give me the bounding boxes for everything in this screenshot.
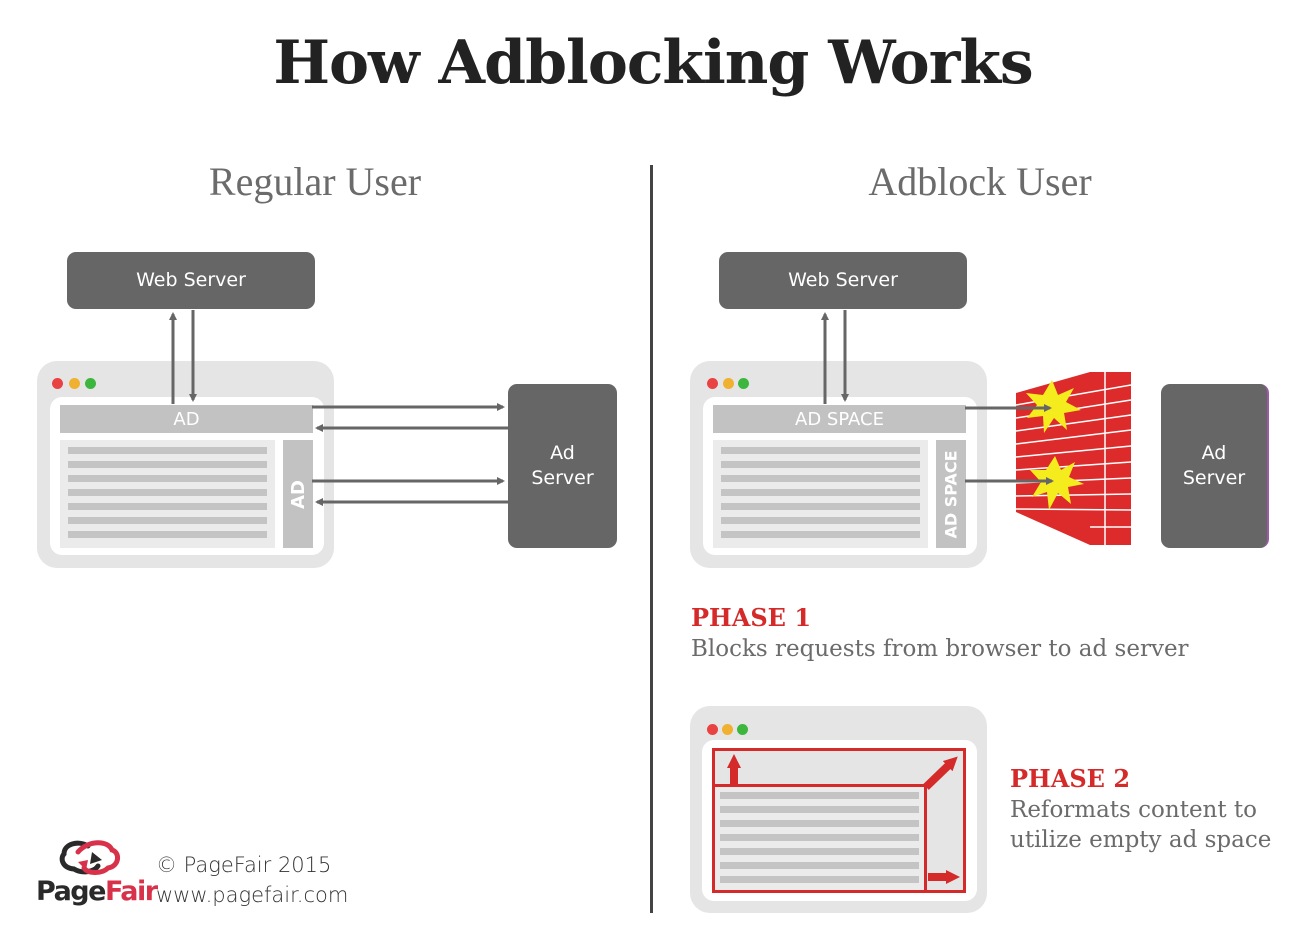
phase2-description-line2: utilize empty ad space [1010,827,1272,853]
explosion-icon [1030,456,1084,510]
side-ad-space-label: AD SPACE [941,449,961,539]
regular-user-heading: Regular User [208,159,422,204]
content-line [68,531,267,538]
minimize-dot-icon [723,378,734,389]
adblock-user-heading: Adblock User [868,159,1092,204]
maximize-dot-icon [738,378,749,389]
browser-window-phase2 [690,706,987,913]
ad-server-box-regular: Ad Server [508,384,617,548]
close-dot-icon [707,378,718,389]
web-server-box-adblock: Web Server [719,252,967,309]
maximize-dot-icon [737,724,748,735]
page-content-block [60,440,275,548]
content-line [721,503,920,510]
pagefair-logo-text: PageFair [36,876,158,907]
logo-text-page: Page [36,876,106,907]
side-ad-banner: AD [283,440,313,548]
minimize-dot-icon [722,724,733,735]
content-line [720,876,919,883]
top-ad-label: AD [173,408,200,430]
ad-server-label-line1: Ad [1201,442,1227,464]
content-line [720,806,919,813]
content-line [68,517,267,524]
close-dot-icon [52,378,63,389]
content-line [720,820,919,827]
top-ad-banner: AD [60,405,313,433]
content-line [68,503,267,510]
content-line [68,461,267,468]
content-line [721,489,920,496]
content-line [720,834,919,841]
maximize-dot-icon [85,378,96,389]
pagefair-logo-icon [59,840,120,875]
content-line [68,447,267,454]
page-title: How Adblocking Works [273,28,1033,98]
phase1-description: Blocks requests from browser to ad serve… [691,636,1189,662]
ad-server-label-line2: Server [1182,467,1246,489]
firewall-icon [1015,372,1132,545]
minimize-dot-icon [69,378,80,389]
content-line [68,489,267,496]
content-line [720,848,919,855]
logo-text-fair: Fair [104,876,158,907]
top-ad-space: AD SPACE [713,405,966,433]
content-line [721,475,920,482]
page-content-block [713,440,928,548]
side-ad-space: AD SPACE [936,440,966,548]
content-line [721,447,920,454]
top-ad-space-label: AD SPACE [795,408,884,430]
footer-copyright: © PageFair 2015 [156,853,332,877]
ad-server-box-adblock: Ad Server [1161,384,1269,548]
explosion-icon [1026,380,1081,433]
side-ad-label: AD [287,479,309,509]
content-line [721,531,920,538]
section-divider [650,165,653,913]
web-server-label: Web Server [136,269,246,291]
browser-window-regular: AD AD [37,361,334,568]
regular-ad-arrows [312,403,508,506]
browser-window-adblock: AD SPACE AD SPACE [690,361,987,568]
reformatted-content-block [712,784,927,893]
content-line [721,461,920,468]
content-line [720,792,919,799]
ad-server-label-line1: Ad [550,442,575,464]
phase2-description-line1: Reformats content to [1010,797,1258,823]
content-line [68,475,267,482]
ad-server-label-line2: Server [531,467,594,489]
web-server-box-regular: Web Server [67,252,315,309]
phase2-title: PHASE 2 [1010,764,1131,793]
phase1-title: PHASE 1 [691,603,812,632]
content-line [721,517,920,524]
content-line [720,862,919,869]
web-server-label: Web Server [788,269,898,291]
footer-url-link[interactable]: www.pagefair.com [156,883,348,907]
close-dot-icon [707,724,718,735]
